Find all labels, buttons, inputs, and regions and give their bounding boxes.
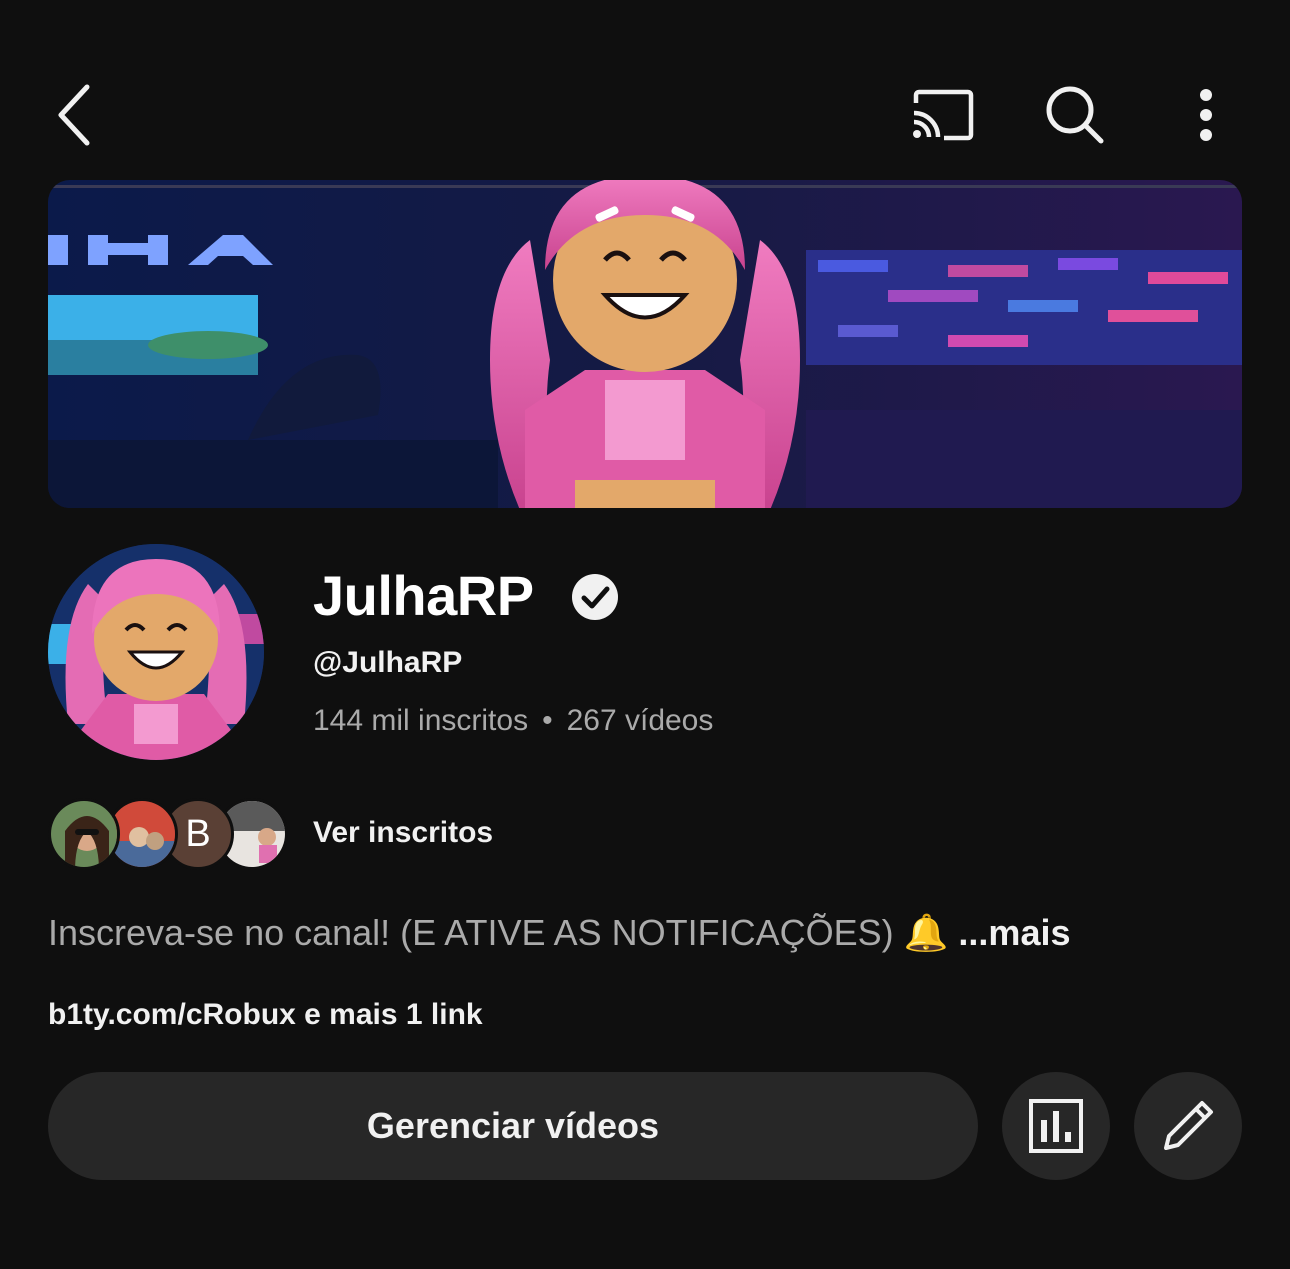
subscriber-avatar [48, 798, 120, 870]
avatar-artwork [48, 544, 264, 760]
manage-videos-button[interactable]: Gerenciar vídeos [48, 1072, 978, 1180]
bar-chart-icon [1029, 1099, 1083, 1153]
edit-channel-button[interactable] [1134, 1072, 1242, 1180]
video-count: 267 vídeos [566, 704, 714, 737]
cast-icon[interactable] [900, 80, 984, 150]
back-arrow-icon[interactable] [40, 80, 110, 150]
banner-artwork [48, 180, 1242, 508]
subscriber-count: 144 mil inscritos [313, 704, 529, 737]
more-vertical-icon[interactable] [1170, 80, 1242, 150]
description-text: Inscreva-se no canal! (E ATIVE AS NOTIFI… [48, 912, 949, 953]
view-subscribers-row[interactable]: B Ver inscritos [48, 796, 648, 874]
channel-avatar[interactable] [48, 544, 264, 760]
channel-links[interactable]: b1ty.com/cRobux e mais 1 link [48, 998, 483, 1032]
channel-handle: @JulhaRP [313, 646, 463, 679]
channel-banner[interactable] [48, 180, 1242, 508]
stats-separator: • [542, 704, 553, 737]
channel-stats: 144 mil inscritos • 267 vídeos [313, 704, 713, 738]
top-app-bar [0, 60, 1290, 170]
analytics-button[interactable] [1002, 1072, 1110, 1180]
channel-description[interactable]: Inscreva-se no canal! (E ATIVE AS NOTIFI… [48, 912, 1070, 954]
verified-badge-icon [570, 572, 620, 622]
pencil-icon [1164, 1101, 1213, 1150]
description-more-link[interactable]: ...mais [958, 912, 1070, 953]
channel-name: JulhaRP [313, 564, 534, 627]
search-icon[interactable] [1035, 80, 1115, 150]
view-subscribers-link[interactable]: Ver inscritos [313, 816, 493, 850]
